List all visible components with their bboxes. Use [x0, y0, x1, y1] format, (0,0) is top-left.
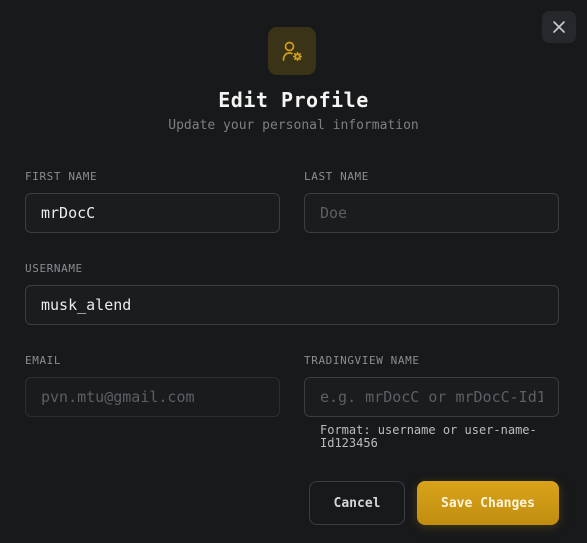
close-icon	[553, 21, 565, 33]
edit-profile-dialog: Edit Profile Update your personal inform…	[0, 0, 587, 543]
cancel-button[interactable]: Cancel	[309, 481, 405, 525]
first-name-input[interactable]	[25, 193, 280, 233]
tradingview-format-hint: Format: username or user-name-Id123456	[320, 423, 537, 450]
dialog-subtitle: Update your personal information	[168, 118, 419, 133]
last-name-input[interactable]	[304, 193, 559, 233]
header-icon-badge	[268, 27, 316, 75]
user-settings-icon	[282, 41, 303, 62]
save-changes-button[interactable]: Save Changes	[417, 481, 559, 525]
email-input	[25, 377, 280, 417]
close-button[interactable]	[542, 11, 576, 43]
first-name-label: FIRST NAME	[25, 170, 98, 183]
last-name-label: LAST NAME	[304, 170, 370, 183]
username-input[interactable]	[25, 285, 559, 325]
username-label: USERNAME	[25, 262, 83, 275]
tradingview-name-label: TRADINGVIEW NAME	[304, 354, 420, 367]
email-label: EMAIL	[25, 354, 62, 367]
dialog-title: Edit Profile	[218, 88, 369, 112]
tradingview-name-input[interactable]	[304, 377, 559, 417]
